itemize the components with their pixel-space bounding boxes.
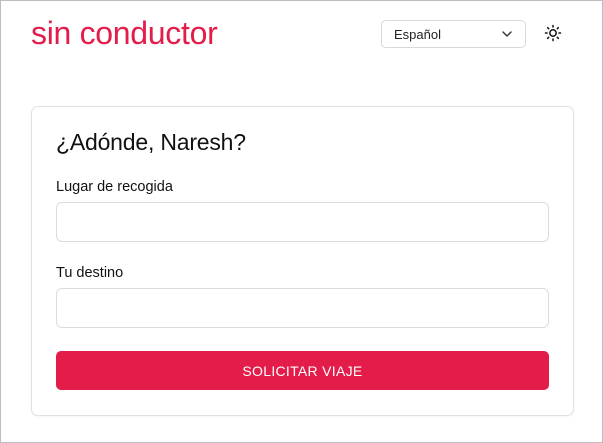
- sun-icon: [544, 24, 562, 47]
- ride-request-card: ¿Adónde, Naresh? Lugar de recogida Tu de…: [31, 106, 574, 416]
- destination-label: Tu destino: [56, 265, 124, 281]
- header: sin conductor Español: [1, 1, 602, 71]
- destination-input[interactable]: [56, 288, 549, 328]
- chevron-down-icon: [501, 28, 513, 40]
- brand-logo[interactable]: sin conductor: [31, 15, 218, 52]
- pickup-label: Lugar de recogida: [56, 179, 173, 195]
- request-ride-button[interactable]: SOLICITAR VIAJE: [56, 351, 549, 390]
- page-title: ¿Adónde, Naresh?: [56, 129, 246, 155]
- language-select-value: Español: [394, 26, 441, 42]
- language-select[interactable]: Español: [381, 20, 526, 48]
- theme-toggle-button[interactable]: [542, 24, 564, 46]
- pickup-input[interactable]: [56, 202, 549, 242]
- app-window: sin conductor Español ¿Adónde, Naresh? L…: [0, 0, 603, 443]
